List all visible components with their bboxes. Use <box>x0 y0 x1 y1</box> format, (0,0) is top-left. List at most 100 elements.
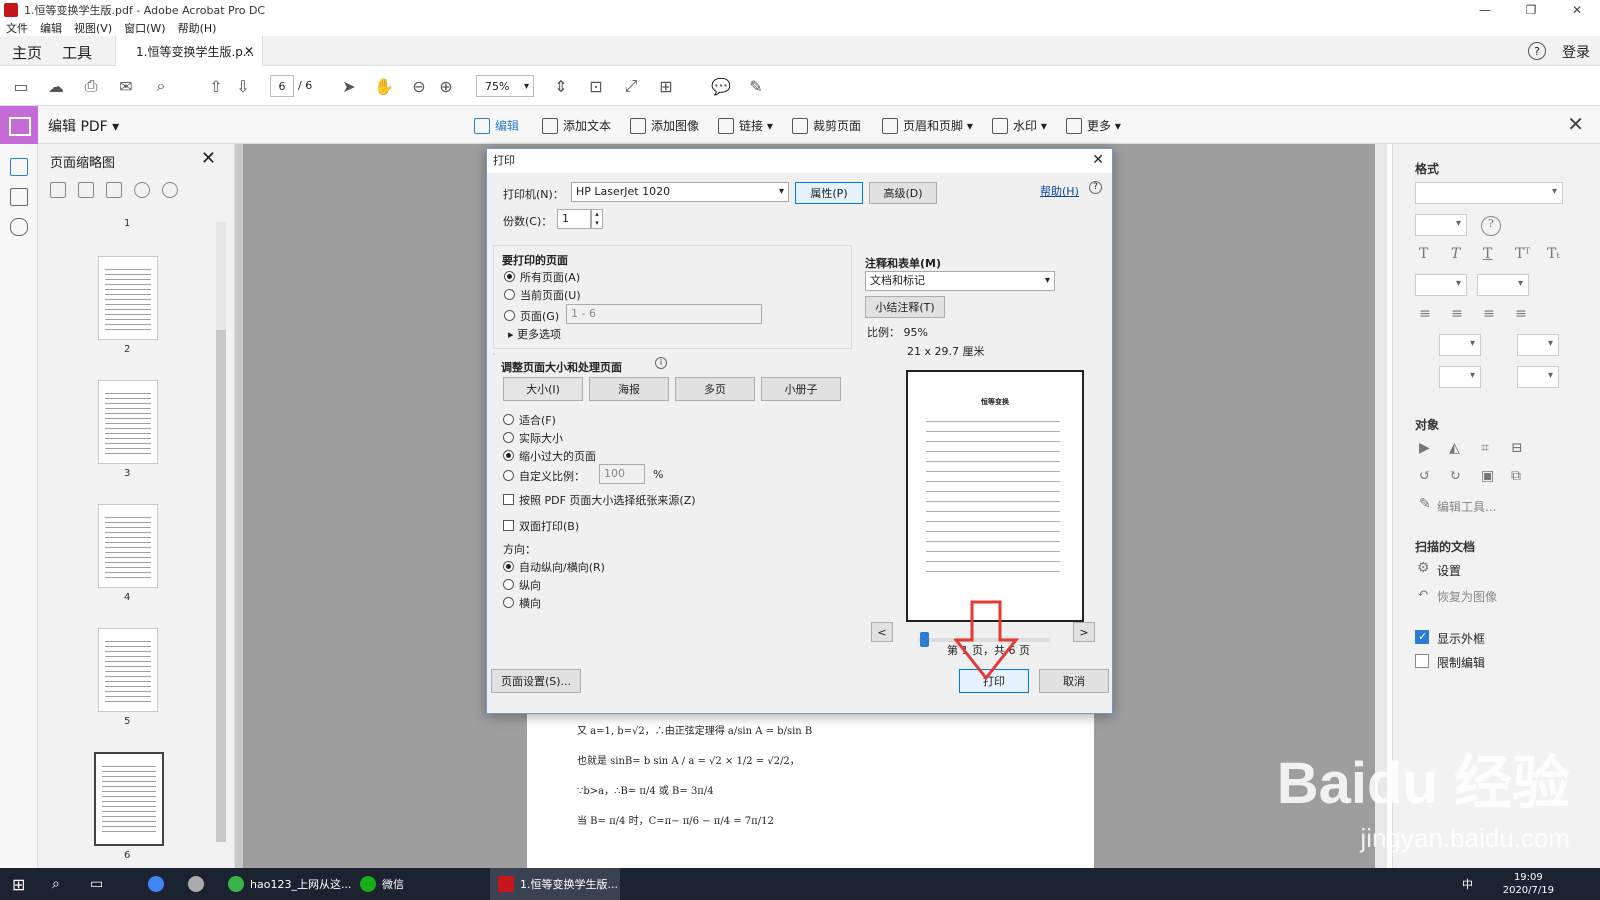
help-circle-icon[interactable]: ? <box>1481 216 1501 236</box>
edit-tool-icon[interactable]: ✎ <box>1419 496 1431 512</box>
info-icon[interactable]: i <box>655 357 667 369</box>
edit-panel-icon[interactable] <box>0 106 38 144</box>
replace-image-icon[interactable]: ▣ <box>1481 468 1494 484</box>
login-link[interactable]: 登录 <box>1562 42 1590 62</box>
numbered-list-select[interactable] <box>1477 274 1529 296</box>
line-spacing-select[interactable] <box>1439 334 1481 356</box>
show-bbox-checkbox[interactable] <box>1415 630 1429 644</box>
align-left-icon[interactable]: ≡ <box>1419 306 1431 322</box>
scale-select[interactable] <box>1439 366 1481 388</box>
page-range-input[interactable]: 1 - 6 <box>566 304 762 324</box>
full-screen-icon[interactable]: ⤢ <box>620 76 642 96</box>
email-icon[interactable]: ✉ <box>115 76 137 96</box>
maximize-button[interactable]: ❐ <box>1508 0 1554 20</box>
shrink-radio[interactable] <box>503 450 514 461</box>
summarize-comments-button[interactable]: 小结注释(T) <box>865 296 945 318</box>
taskbar-item-wechat[interactable]: 微信 <box>360 868 404 900</box>
scroll-mode-icon[interactable]: ⇕ <box>550 76 572 96</box>
search-icon[interactable]: ⌕ <box>150 76 172 96</box>
page-thumbnails-icon[interactable] <box>10 158 28 176</box>
italic-icon[interactable]: T <box>1451 246 1460 262</box>
taskbar-item-hao123[interactable]: hao123_上网从这... <box>228 868 351 900</box>
custom-scale-radio[interactable] <box>503 470 514 481</box>
all-pages-radio[interactable] <box>504 271 515 282</box>
paragraph-spacing-select[interactable] <box>1517 334 1559 356</box>
search-icon[interactable]: ⌕ <box>52 868 60 900</box>
tool-watermark[interactable]: 水印 ▾ <box>992 117 1047 134</box>
edit-pdf-label[interactable]: 编辑 PDF ▾ <box>48 116 119 136</box>
save-icon[interactable]: ▭ <box>10 76 32 96</box>
measure-icon[interactable]: ⊞ <box>655 76 677 96</box>
zoom-in-icon[interactable]: ⊕ <box>435 76 457 96</box>
preview-slider-thumb[interactable] <box>920 632 929 647</box>
print-icon[interactable]: ⎙ <box>80 76 102 96</box>
thumbnail-page-5[interactable] <box>98 628 158 712</box>
paper-source-checkbox[interactable] <box>503 494 514 505</box>
text-style-icon[interactable]: T <box>1419 246 1428 262</box>
zoom-out-icon[interactable]: ⊖ <box>408 76 430 96</box>
fit-page-icon[interactable]: ⊡ <box>585 76 607 96</box>
attachment-icon[interactable] <box>10 218 28 236</box>
info-icon[interactable]: ? <box>1089 181 1102 194</box>
tab-document[interactable]: 1.恒等变换学生版.p... ✕ <box>115 36 263 66</box>
copies-input[interactable]: 1 <box>557 209 591 229</box>
tab-home[interactable]: 主页 <box>12 42 42 63</box>
subscript-icon[interactable]: Tₜ <box>1547 246 1560 262</box>
cancel-button[interactable]: 取消 <box>1039 669 1109 693</box>
comment-icon[interactable]: 💬 <box>710 76 732 96</box>
rotate-right-icon[interactable] <box>162 182 178 198</box>
windows-start-icon[interactable]: ⊞ <box>12 868 25 900</box>
current-page-radio[interactable] <box>504 289 515 300</box>
multiple-pages-button[interactable]: 多页 <box>675 377 755 401</box>
thumbnail-page-2[interactable] <box>98 256 158 340</box>
printer-select[interactable]: HP LaserJet 1020 ▾ <box>571 182 789 202</box>
bookmark-icon[interactable] <box>10 188 28 206</box>
properties-button[interactable]: 属性(P) <box>795 182 863 204</box>
next-page-button[interactable]: > <box>1073 622 1095 642</box>
tool-add-image[interactable]: 添加图像 <box>630 117 699 134</box>
restore-image-link[interactable]: 恢复为图像 <box>1437 588 1497 605</box>
delete-icon[interactable] <box>78 182 94 198</box>
zoom-select[interactable]: 75% <box>476 75 534 97</box>
ime-indicator[interactable]: 中 <box>1462 868 1473 900</box>
tool-crop[interactable]: 裁剪页面 <box>792 117 861 134</box>
copies-stepper[interactable]: ▴ ▾ <box>591 209 603 229</box>
system-clock[interactable]: 19:09 2020/7/19 <box>1503 871 1554 897</box>
rotate-cw-icon[interactable]: ↻ <box>1449 468 1461 484</box>
thumbnail-page-4[interactable] <box>98 504 158 588</box>
page-up-icon[interactable]: ⇧ <box>205 76 227 96</box>
tool-link[interactable]: 链接 ▾ <box>718 117 773 134</box>
rotate-left-icon[interactable] <box>134 182 150 198</box>
arrange-icon[interactable]: ⊟ <box>1511 440 1523 456</box>
menu-file[interactable]: 文件 <box>6 20 28 36</box>
advanced-button[interactable]: 高级(D) <box>869 182 937 204</box>
panel-splitter[interactable] <box>235 144 243 868</box>
menu-view[interactable]: 视图(V) <box>74 20 112 36</box>
landscape-radio[interactable] <box>503 597 514 608</box>
fit-radio[interactable] <box>503 414 514 425</box>
mirror-icon[interactable]: ◭ <box>1449 440 1460 456</box>
thumbnails-scrollbar[interactable] <box>216 222 226 842</box>
align-center-icon[interactable]: ≡ <box>1451 306 1463 322</box>
rotate-ccw-icon[interactable]: ↺ <box>1419 468 1431 484</box>
portrait-radio[interactable] <box>503 579 514 590</box>
size-button[interactable]: 大小(I) <box>503 377 583 401</box>
edit-tools-link[interactable]: 编辑工具... <box>1437 498 1496 515</box>
page-down-icon[interactable]: ⇩ <box>232 76 254 96</box>
justify-icon[interactable]: ≡ <box>1515 306 1527 322</box>
page-range-radio[interactable] <box>504 310 515 321</box>
options-icon[interactable] <box>50 182 66 198</box>
minimize-button[interactable]: — <box>1462 0 1508 20</box>
help-icon[interactable]: ? <box>1528 42 1546 60</box>
select-cursor-icon[interactable]: ➤ <box>338 76 360 96</box>
underline-icon[interactable]: T <box>1483 246 1492 262</box>
char-spacing-select[interactable] <box>1517 366 1559 388</box>
pen-icon[interactable]: ✎ <box>745 76 767 96</box>
thumbnail-page-3[interactable] <box>98 380 158 464</box>
crop-object-icon[interactable]: ⌗ <box>1481 440 1489 456</box>
tab-tools[interactable]: 工具 <box>62 42 92 63</box>
gear-icon[interactable]: ⚙ <box>1417 560 1430 576</box>
page-number-input[interactable]: 6 <box>270 75 294 97</box>
menu-window[interactable]: 窗口(W) <box>124 20 165 36</box>
menu-edit[interactable]: 编辑 <box>40 20 62 36</box>
